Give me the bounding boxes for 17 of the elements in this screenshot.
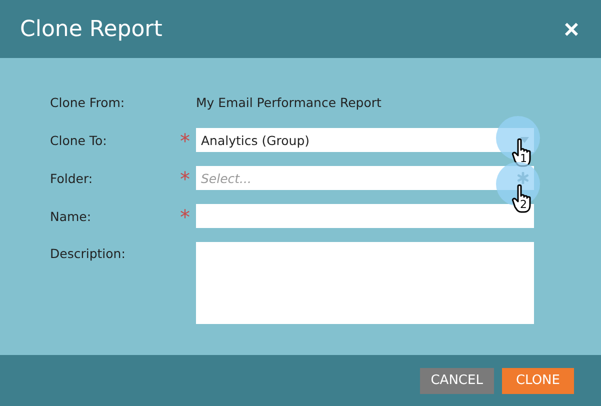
select-field[interactable]: Select...: [196, 166, 534, 190]
field-label: Name:: [50, 208, 92, 224]
step-number: 2: [520, 199, 527, 211]
dialog-title: Clone Report: [20, 16, 162, 42]
required-asterisk: *: [180, 134, 190, 146]
required-asterisk: *: [180, 210, 190, 222]
field-label: Clone From:: [50, 94, 126, 110]
field-label: Description:: [50, 245, 126, 261]
step-number: 1: [520, 153, 527, 165]
field-label: Clone To:: [50, 132, 108, 148]
cancel-button[interactable]: CANCEL: [420, 368, 494, 394]
close-button[interactable]: ×: [564, 16, 579, 42]
text-area[interactable]: [196, 242, 534, 324]
field-value: My Email Performance Report: [196, 94, 382, 112]
required-asterisk: *: [180, 172, 190, 184]
clone-button[interactable]: CLONE: [502, 368, 574, 394]
field-label: Folder:: [50, 170, 94, 186]
